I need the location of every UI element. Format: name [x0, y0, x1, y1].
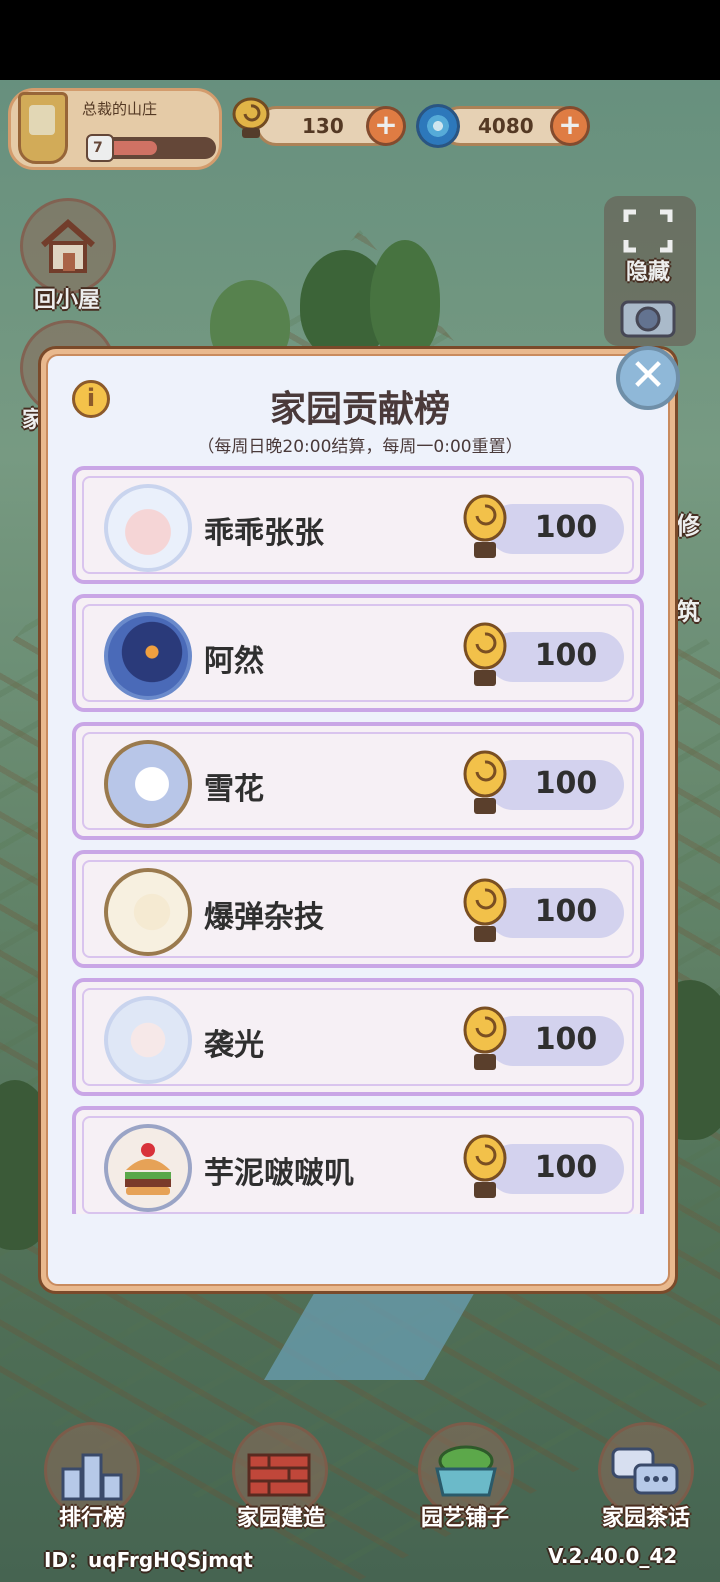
avatar [104, 484, 192, 572]
avatar [104, 996, 192, 1084]
user-id: ID：uqFrgHQSjmqt [44, 1548, 253, 1572]
player-name: 爆弹杂技 [204, 900, 324, 935]
list-item[interactable]: 雪花 100 [72, 722, 644, 840]
list-item[interactable]: 乖乖张张 100 [72, 466, 644, 584]
player-name: 袭光 [204, 1028, 264, 1063]
score-value: 100 [534, 1150, 598, 1185]
player-name: 乖乖张张 [204, 516, 324, 551]
home-chat-label: 家园茶话 [601, 1506, 690, 1531]
status-bar [0, 0, 720, 80]
list-item[interactable]: 芋泥啵啵叽 100 [72, 1106, 644, 1214]
player-name: 阿然 [204, 644, 264, 679]
home-build-label: 家园建造 [236, 1506, 325, 1531]
avatar [104, 1124, 192, 1212]
modal-subtitle: （每周日晚20:00结算，每周一0:00重置） [197, 437, 523, 457]
score-value: 100 [534, 1022, 598, 1057]
avatar [104, 868, 192, 956]
list-item[interactable]: 阿然 100 [72, 594, 644, 712]
list-item[interactable]: 爆弹杂技 100 [72, 850, 644, 968]
modal-title: 家园贡献榜 [269, 389, 450, 430]
contribution-list[interactable]: 乖乖张张 100 阿然 100 雪花 100 爆弹杂技 100 袭光 100 芋… [72, 466, 644, 1214]
list-item[interactable]: 袭光 100 [72, 978, 644, 1096]
garden-shop-label: 园艺铺子 [420, 1506, 509, 1531]
burger-icon [125, 1143, 171, 1195]
player-name: 芋泥啵啵叽 [204, 1156, 354, 1191]
score-value: 100 [534, 510, 598, 545]
ranking-label: 排行榜 [58, 1506, 125, 1531]
avatar [104, 612, 192, 700]
avatar [104, 740, 192, 828]
score-value: 100 [534, 638, 598, 673]
player-name: 雪花 [204, 772, 264, 807]
score-value: 100 [534, 894, 598, 929]
version-text: V.2.40.0_42 [548, 1544, 678, 1568]
score-value: 100 [534, 766, 598, 801]
